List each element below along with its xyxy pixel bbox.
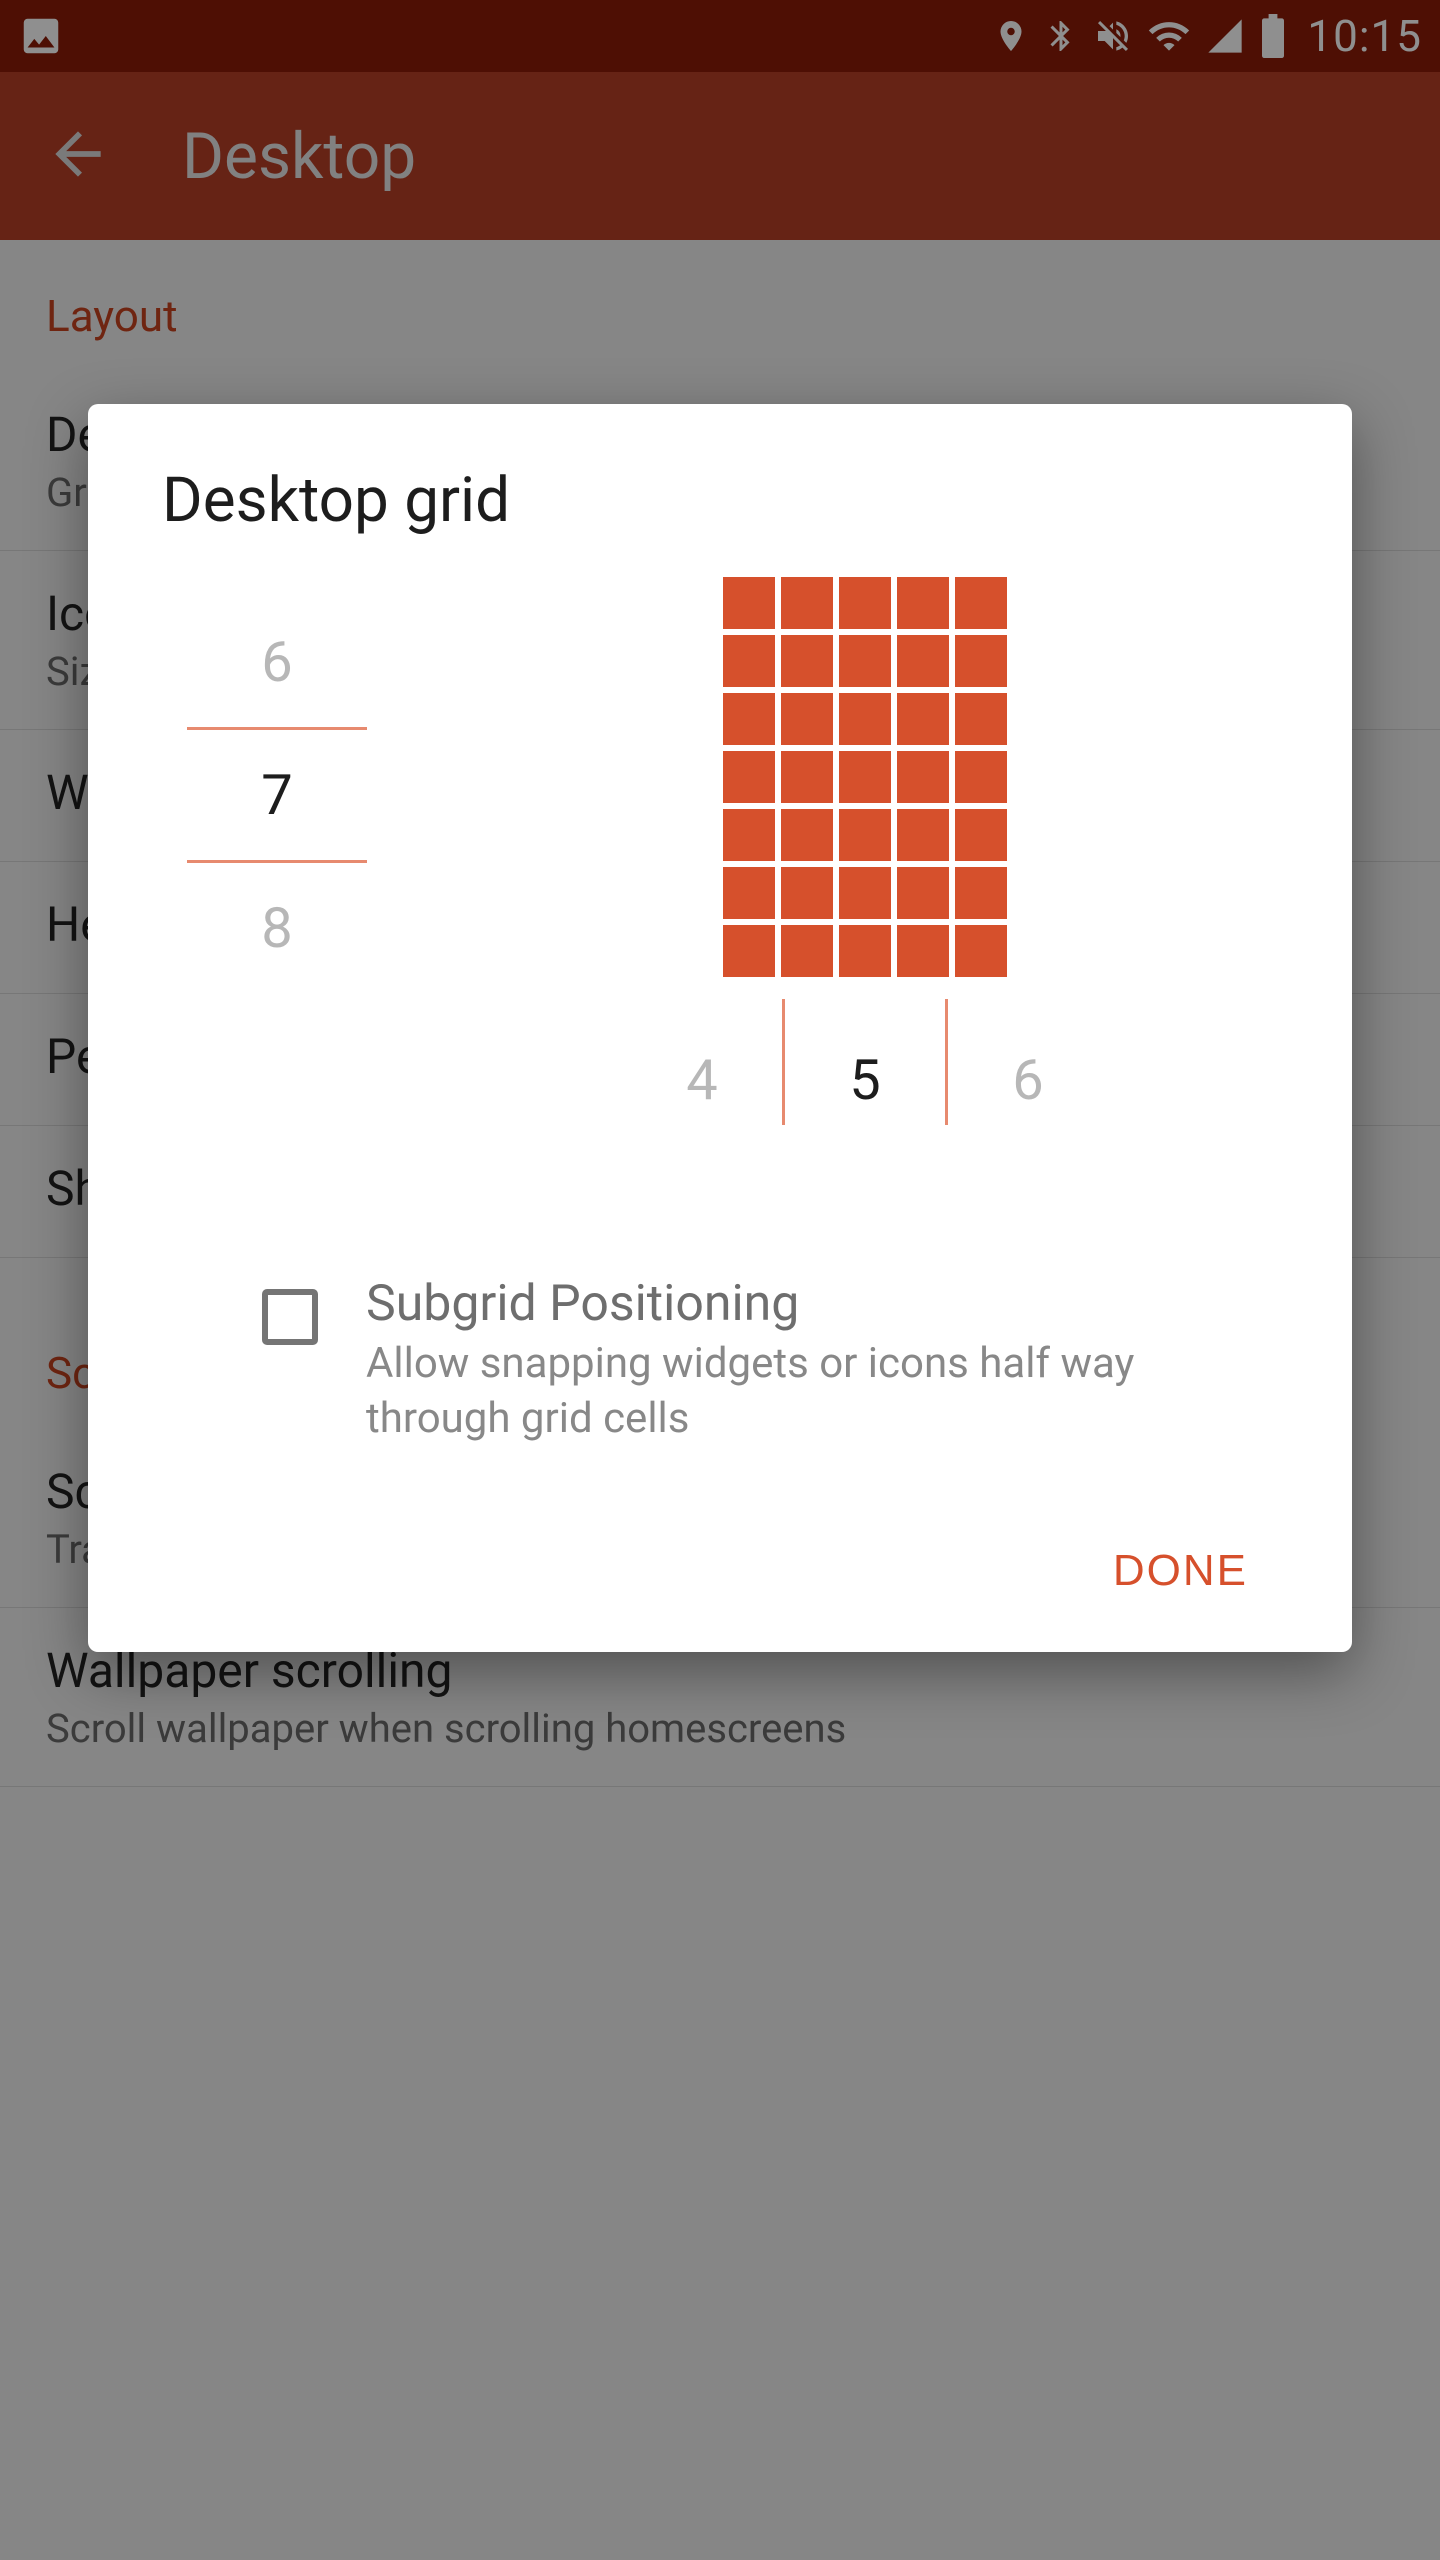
grid-cell [897,809,949,861]
grid-cell [839,751,891,803]
grid-cell [723,577,775,629]
grid-preview [723,577,1007,977]
grid-cell [955,925,1007,977]
cols-prev[interactable]: 4 [622,1047,782,1113]
grid-cell [723,925,775,977]
grid-cell [781,867,833,919]
grid-cell [955,693,1007,745]
subgrid-checkbox[interactable] [262,1289,318,1345]
grid-cell [781,809,833,861]
desktop-grid-dialog: Desktop grid 6 7 8 4 5 6 Subgrid Posi [88,404,1352,1652]
grid-cell [897,577,949,629]
grid-cell [839,577,891,629]
subgrid-option[interactable]: Subgrid Positioning Allow snapping widge… [162,1275,1278,1446]
grid-cell [839,925,891,977]
grid-cell [955,751,1007,803]
dialog-title: Desktop grid [162,464,1278,537]
cols-picker[interactable]: 4 5 6 [622,995,1108,1165]
grid-cell [723,693,775,745]
grid-cell [781,577,833,629]
grid-cell [955,577,1007,629]
done-button[interactable]: DONE [1089,1526,1272,1616]
rows-current[interactable]: 7 [162,730,392,860]
grid-cell [897,925,949,977]
grid-cell [723,635,775,687]
grid-cell [839,635,891,687]
rows-picker[interactable]: 6 7 8 [162,577,392,993]
grid-cell [839,867,891,919]
cols-next[interactable]: 6 [948,1047,1108,1113]
grid-cell [781,693,833,745]
grid-cell [955,635,1007,687]
subgrid-desc: Allow snapping widgets or icons half way… [366,1337,1258,1446]
grid-cell [955,867,1007,919]
grid-cell [897,635,949,687]
cols-current[interactable]: 5 [785,1047,945,1113]
grid-cell [781,925,833,977]
grid-cell [897,751,949,803]
rows-prev[interactable]: 6 [162,597,392,727]
subgrid-title: Subgrid Positioning [366,1275,1258,1333]
grid-cell [723,809,775,861]
grid-cell [781,635,833,687]
grid-cell [839,809,891,861]
grid-cell [897,693,949,745]
rows-next[interactable]: 8 [162,863,392,993]
grid-cell [955,809,1007,861]
grid-cell [839,693,891,745]
grid-cell [723,751,775,803]
grid-cell [723,867,775,919]
grid-cell [781,751,833,803]
grid-cell [897,867,949,919]
